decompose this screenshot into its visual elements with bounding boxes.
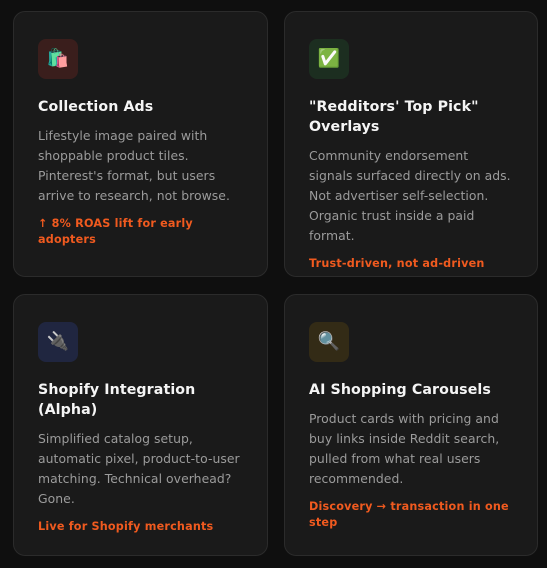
magnifying-glass-icon: 🔍 xyxy=(309,322,349,362)
card-description: Product cards with pricing and buy links… xyxy=(309,411,500,486)
card-title: Collection Ads xyxy=(38,99,154,115)
card-highlight: Discovery → transaction in one step xyxy=(309,500,509,529)
card-description: Lifestyle image paired with shoppable pr… xyxy=(38,128,230,203)
feature-card-ai-shopping-carousels: 🔍 AI Shopping Carousels Product cards wi… xyxy=(284,294,538,556)
card-highlight: Live for Shopify merchants xyxy=(38,520,214,533)
plug-icon: 🔌 xyxy=(38,322,78,362)
card-highlight: Trust-driven, not ad-driven xyxy=(309,257,485,270)
feature-grid: 🛍️ Collection Ads Lifestyle image paired… xyxy=(0,0,547,568)
card-description: Simplified catalog setup, automatic pixe… xyxy=(38,431,240,506)
check-mark-icon: ✅ xyxy=(309,39,349,79)
card-title: AI Shopping Carousels xyxy=(309,382,491,398)
card-highlight: ↑ 8% ROAS lift for early adopters xyxy=(38,217,193,246)
card-title: Shopify Integration (Alpha) xyxy=(38,382,196,418)
feature-card-collection-ads: 🛍️ Collection Ads Lifestyle image paired… xyxy=(13,11,268,277)
card-description: Community endorsement signals surfaced d… xyxy=(309,148,511,243)
shopping-bag-icon: 🛍️ xyxy=(38,39,78,79)
card-title: "Redditors' Top Pick" Overlays xyxy=(309,99,479,135)
feature-card-top-pick-overlays: ✅ "Redditors' Top Pick" Overlays Communi… xyxy=(284,11,538,277)
feature-card-shopify-integration: 🔌 Shopify Integration (Alpha) Simplified… xyxy=(13,294,268,556)
